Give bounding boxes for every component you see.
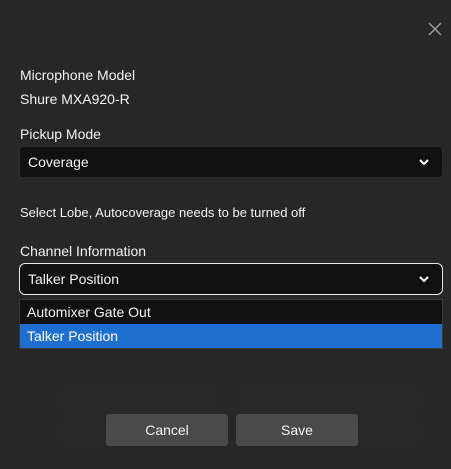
microphone-model-value: Shure MXA920-R [20, 91, 130, 107]
channel-information-value: Talker Position [28, 271, 120, 287]
channel-settings-dialog: Microphone Model Shure MXA920-R Pickup M… [0, 0, 451, 469]
option-automixer-gate-out[interactable]: Automixer Gate Out [20, 300, 442, 324]
autocoverage-notice: Select Lobe, Autocoverage needs to be tu… [20, 205, 306, 220]
channel-information-label: Channel Information [20, 243, 147, 259]
option-talker-position[interactable]: Talker Position [20, 324, 442, 348]
channel-information-select[interactable]: Talker Position [19, 263, 443, 295]
cancel-button[interactable]: Cancel [106, 414, 228, 446]
pickup-mode-label: Pickup Mode [20, 126, 101, 142]
pickup-mode-value: Coverage [28, 154, 89, 170]
microphone-model-label: Microphone Model [20, 67, 136, 83]
save-button[interactable]: Save [236, 414, 358, 446]
close-icon[interactable] [426, 20, 444, 38]
chevron-down-icon [419, 159, 429, 166]
chevron-down-icon [419, 276, 429, 283]
channel-information-options: Automixer Gate Out Talker Position [19, 299, 443, 349]
pickup-mode-select[interactable]: Coverage [19, 146, 443, 178]
